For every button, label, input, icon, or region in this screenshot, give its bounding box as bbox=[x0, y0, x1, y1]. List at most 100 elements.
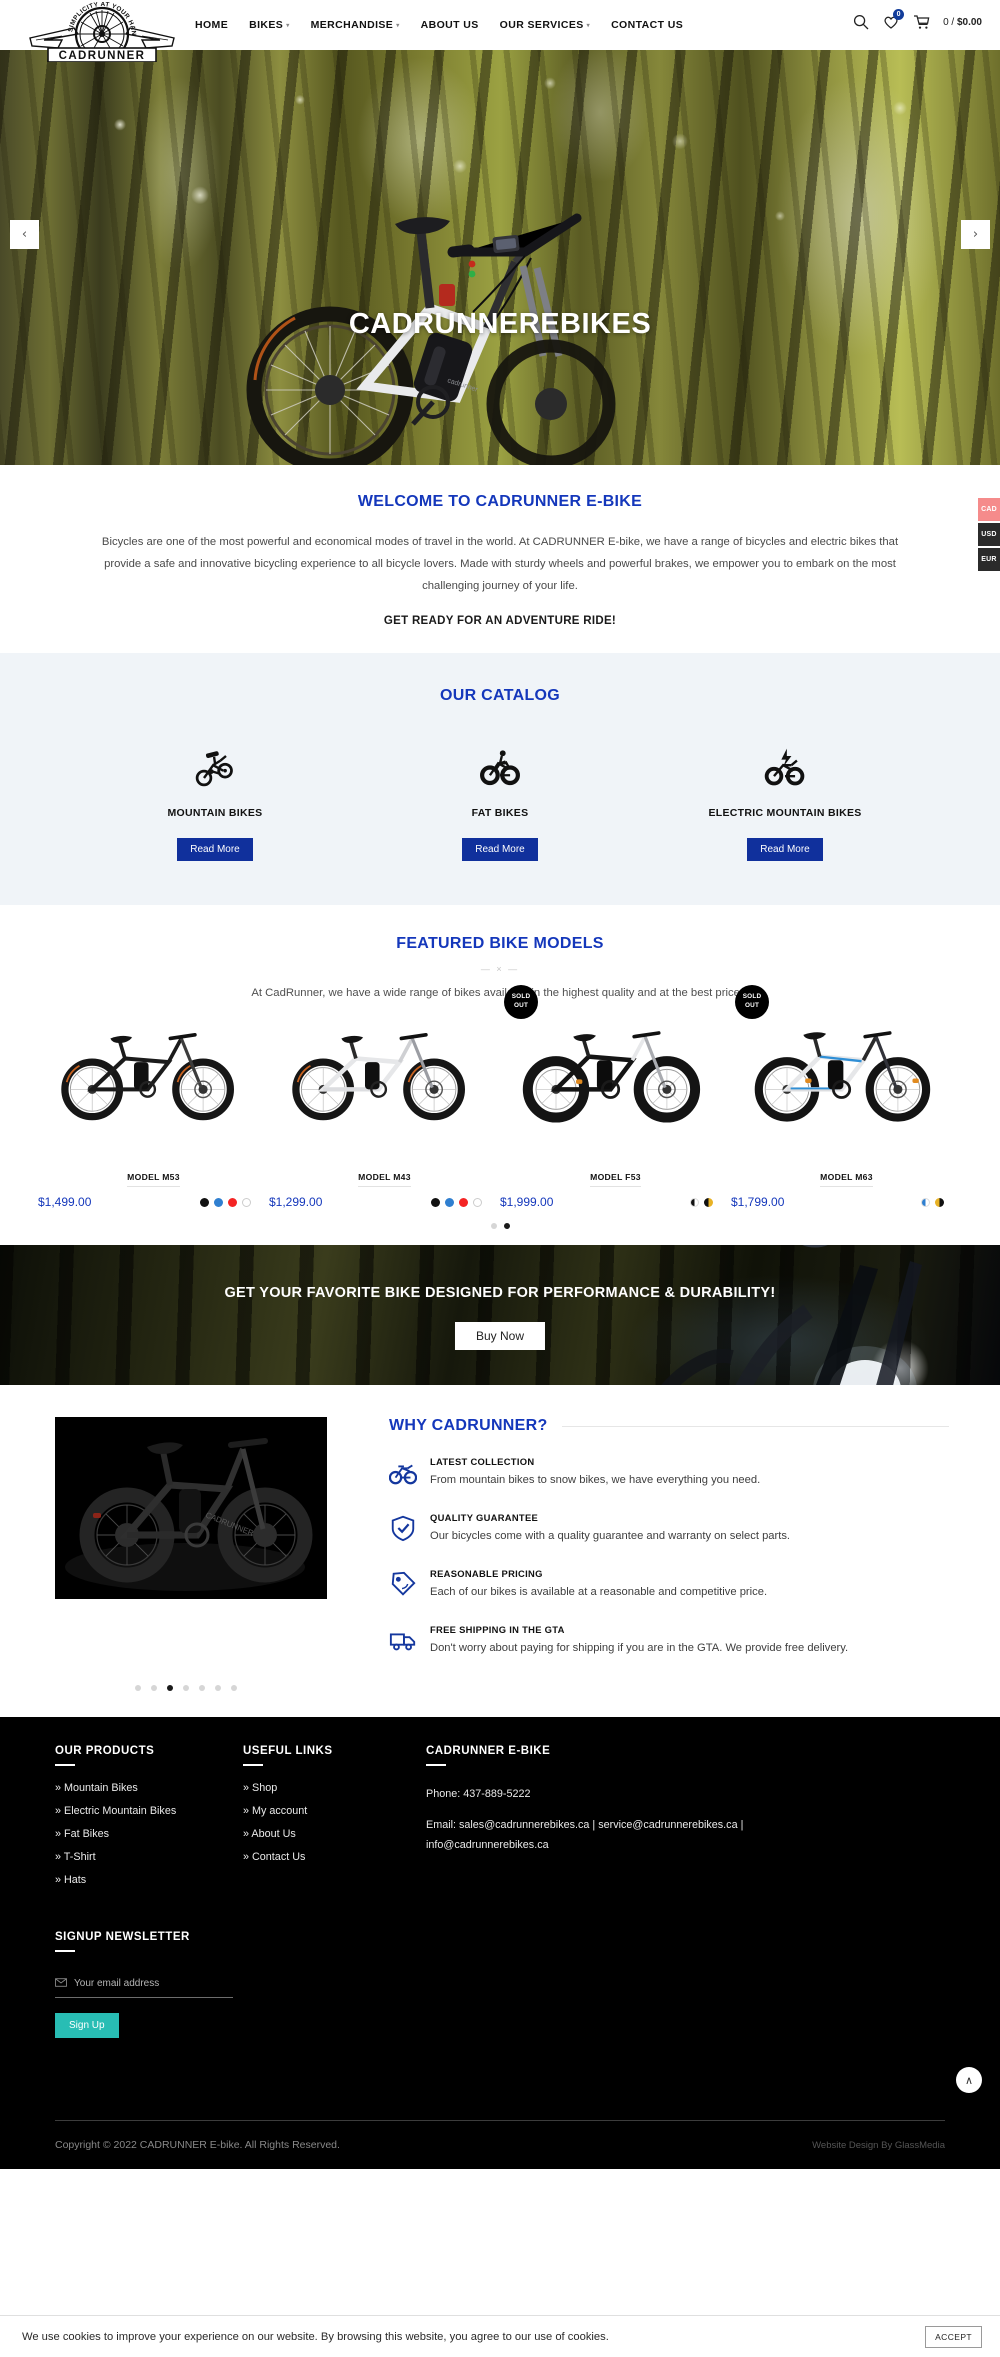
footer-link-shop[interactable]: » Shop bbox=[243, 1782, 426, 1794]
product-image: SOLD OUT bbox=[731, 985, 962, 1129]
wishlist-icon[interactable]: 0 bbox=[883, 9, 905, 30]
swatch-white[interactable] bbox=[242, 1197, 251, 1207]
hero-prev-button[interactable]: ‹ bbox=[10, 220, 39, 249]
nav-item-merchandise[interactable]: MERCHANDISE ▾ bbox=[311, 19, 400, 31]
footer-email: Email: sales@cadrunnerebikes.ca | servic… bbox=[426, 1818, 744, 1852]
product-image: SOLD OUT bbox=[500, 985, 731, 1129]
swatch-black[interactable] bbox=[431, 1197, 440, 1207]
nav-item-our-services[interactable]: OUR SERVICES ▾ bbox=[500, 19, 590, 31]
envelope-icon bbox=[55, 1974, 67, 1992]
nav-item-bikes[interactable]: BIKES ▾ bbox=[249, 19, 290, 31]
status-badge-sold-out: SOLD OUT bbox=[504, 985, 538, 1020]
read-more-button-mountain-bikes[interactable]: Read More bbox=[177, 838, 253, 862]
carousel-dot-1[interactable] bbox=[490, 1223, 497, 1230]
why-dot-3[interactable] bbox=[167, 1685, 173, 1692]
carousel-dot-2[interactable] bbox=[503, 1223, 510, 1230]
read-more-button-fat-bikes[interactable]: Read More bbox=[462, 838, 538, 862]
welcome-section: WELCOME TO CADRUNNER E-BIKE Bicycles are… bbox=[0, 465, 1000, 654]
footer-link-t-shirt[interactable]: » T-Shirt bbox=[55, 1851, 243, 1863]
product-card[interactable]: MODEL M53 $1,499.00 bbox=[38, 1017, 269, 1209]
hero-next-button[interactable]: › bbox=[961, 220, 990, 249]
why-dot-7[interactable] bbox=[231, 1685, 237, 1692]
product-info: MODEL M43 $1,299.00 bbox=[269, 1129, 500, 1209]
cart-count: 0 / bbox=[943, 16, 957, 28]
cta-banner-image bbox=[661, 1245, 922, 1386]
footer-link-my-account[interactable]: » My account bbox=[243, 1805, 426, 1817]
chevron-right-icon: › bbox=[972, 227, 979, 242]
swatch-blue[interactable] bbox=[214, 1197, 223, 1207]
currency-option-cad[interactable]: CAD bbox=[978, 498, 1000, 521]
swatch-red[interactable] bbox=[459, 1197, 468, 1207]
heading-underline bbox=[243, 1764, 263, 1767]
feature-text: Each of our bikes is available at a reas… bbox=[430, 1586, 768, 1599]
site-logo[interactable]: SIMPLICITY AT YOUR HANDS CADRUNNER bbox=[19, 0, 182, 63]
why-content: WHY CADRUNNER? LATEST COLLECTION From mo… bbox=[388, 1417, 949, 1659]
newsletter-heading: SIGNUP NEWSLETTER bbox=[55, 1931, 190, 1944]
footer-column-links: USEFUL LINKS » Shop » My account » About… bbox=[243, 1745, 426, 1897]
nav-item-about-us[interactable]: ABOUT US bbox=[421, 19, 479, 31]
product-info: MODEL M63 $1,799.00 bbox=[731, 1129, 962, 1209]
newsletter-signup: SIGNUP NEWSLETTER Sign Up bbox=[55, 1931, 243, 2039]
swatch-black[interactable] bbox=[200, 1197, 209, 1207]
product-card[interactable]: SOLD OUT bbox=[731, 985, 962, 1209]
mountain-bike-icon bbox=[73, 743, 358, 791]
delivery-truck-icon bbox=[389, 1624, 417, 1659]
swatch-red[interactable] bbox=[228, 1197, 237, 1207]
product-card[interactable]: MODEL M43 $1,299.00 bbox=[269, 1017, 500, 1209]
cookie-consent-bar: We use cookies to improve your experienc… bbox=[0, 2315, 1000, 2357]
color-swatches bbox=[921, 1197, 944, 1207]
color-swatches bbox=[431, 1197, 482, 1207]
swatch-blue[interactable] bbox=[445, 1197, 454, 1207]
why-dot-1[interactable] bbox=[135, 1685, 141, 1692]
product-info: MODEL F53 $1,999.00 bbox=[500, 1129, 731, 1209]
currency-label: CAD bbox=[981, 506, 997, 513]
swatch-black-half[interactable] bbox=[690, 1197, 699, 1207]
catalog-label: ELECTRIC MOUNTAIN BIKES bbox=[708, 807, 862, 820]
nav-item-home[interactable]: HOME bbox=[195, 19, 228, 31]
buy-now-button[interactable]: Buy Now bbox=[454, 1322, 546, 1351]
chevron-up-icon: ∧ bbox=[964, 2074, 974, 2087]
nav-label: CONTACT US bbox=[611, 19, 684, 31]
why-dot-4[interactable] bbox=[183, 1685, 189, 1692]
design-credit: Website Design By GlassMedia bbox=[812, 2140, 945, 2152]
newsletter-signup-button[interactable]: Sign Up bbox=[55, 2013, 119, 2039]
scroll-to-top-button[interactable]: ∧ bbox=[956, 2067, 982, 2094]
footer-link-hats[interactable]: » Hats bbox=[55, 1874, 243, 1886]
product-card[interactable]: SOLD OUT bbox=[500, 985, 731, 1209]
why-dot-2[interactable] bbox=[151, 1685, 157, 1692]
chevron-down-icon: ▾ bbox=[396, 22, 400, 29]
cart-total[interactable]: 0 / $0.00 bbox=[943, 17, 982, 28]
currency-option-eur[interactable]: EUR bbox=[978, 548, 1000, 571]
main-navigation: HOME BIKES ▾ MERCHANDISE ▾ ABOUT US OUR … bbox=[195, 19, 683, 31]
logo-tagline: SIMPLICITY AT YOUR HANDS bbox=[19, 0, 136, 36]
catalog-section: OUR CATALOG MOUNTAIN BIKES Read More FAT… bbox=[0, 653, 1000, 906]
hero-bike-image: cadrunner bbox=[246, 213, 616, 465]
currency-option-usd[interactable]: USD bbox=[978, 523, 1000, 546]
swatch-blue-half[interactable] bbox=[921, 1197, 930, 1207]
search-icon[interactable] bbox=[853, 14, 869, 30]
nav-label: HOME bbox=[195, 19, 229, 31]
swatch-white[interactable] bbox=[473, 1197, 482, 1207]
why-dot-6[interactable] bbox=[215, 1685, 221, 1692]
footer-link-contact-us[interactable]: » Contact Us bbox=[243, 1851, 426, 1863]
fat-bike-icon bbox=[358, 743, 643, 791]
cookie-accept-button[interactable]: ACCEPT bbox=[925, 2325, 982, 2348]
copyright-text: Copyright © 2022 CADRUNNER E-bike. All R… bbox=[55, 2139, 340, 2152]
why-carousel-dots bbox=[135, 1685, 1000, 1692]
footer-link-mountain-bikes[interactable]: » Mountain Bikes bbox=[55, 1782, 243, 1794]
swatch-yellow-black[interactable] bbox=[935, 1197, 944, 1207]
footer-link-electric-mountain-bikes[interactable]: » Electric Mountain Bikes bbox=[55, 1805, 243, 1817]
footer-link-about-us[interactable]: » About Us bbox=[243, 1828, 426, 1840]
cart-icon[interactable] bbox=[913, 14, 930, 30]
footer-link-fat-bikes[interactable]: » Fat Bikes bbox=[55, 1828, 243, 1840]
currency-label: EUR bbox=[981, 556, 997, 563]
why-section: CADRUNNER WHY CADRUNNER? LATEST COLLECTI… bbox=[0, 1385, 1000, 1660]
read-more-button-electric-mountain-bikes[interactable]: Read More bbox=[747, 838, 823, 862]
feature-title: REASONABLE PRICING bbox=[430, 1568, 543, 1580]
why-dot-5[interactable] bbox=[199, 1685, 205, 1692]
newsletter-email-input[interactable] bbox=[74, 1977, 233, 1989]
nav-item-contact-us[interactable]: CONTACT US bbox=[611, 19, 683, 31]
swatch-black-yellow[interactable] bbox=[704, 1197, 713, 1207]
site-header: SIMPLICITY AT YOUR HANDS CADRUNNER HOME … bbox=[0, 0, 1000, 63]
feature-item-reasonable-pricing: REASONABLE PRICING Each of our bikes is … bbox=[389, 1568, 949, 1603]
